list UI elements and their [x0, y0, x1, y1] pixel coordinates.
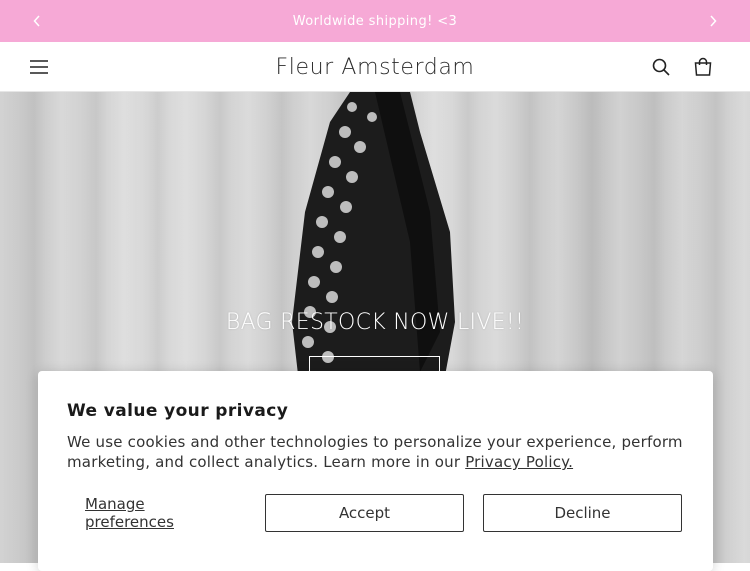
brand-logo-link[interactable]: Fleur Amsterdam: [276, 55, 475, 80]
privacy-policy-link[interactable]: Privacy Policy.: [465, 453, 573, 471]
cookie-banner-title: We value your privacy: [67, 401, 289, 421]
site-header: Fleur Amsterdam: [0, 42, 750, 92]
hero-title: BAG RESTOCK NOW LIVE!!: [225, 310, 525, 335]
hamburger-icon: [30, 60, 48, 74]
accept-button[interactable]: Accept: [265, 494, 464, 532]
announcement-bar: Worldwide shipping! <3: [0, 0, 750, 42]
announcement-prev-button[interactable]: [16, 0, 58, 42]
manage-preferences-link[interactable]: Manage preferences: [85, 494, 235, 532]
cookie-banner: We value your privacy We use cookies and…: [38, 371, 713, 571]
search-button[interactable]: [644, 50, 678, 84]
cookie-banner-body: We use cookies and other technologies to…: [67, 433, 683, 471]
search-icon: [652, 58, 670, 76]
chevron-right-icon: [710, 15, 717, 27]
announcement-text: Worldwide shipping! <3: [292, 13, 458, 29]
cart-icon: [694, 57, 712, 76]
chevron-left-icon: [33, 15, 40, 27]
announcement-next-button[interactable]: [692, 0, 734, 42]
decline-button[interactable]: Decline: [483, 494, 682, 532]
menu-button[interactable]: [22, 50, 56, 84]
cart-button[interactable]: [686, 50, 720, 84]
cookie-banner-text: We use cookies and other technologies to…: [67, 432, 687, 472]
